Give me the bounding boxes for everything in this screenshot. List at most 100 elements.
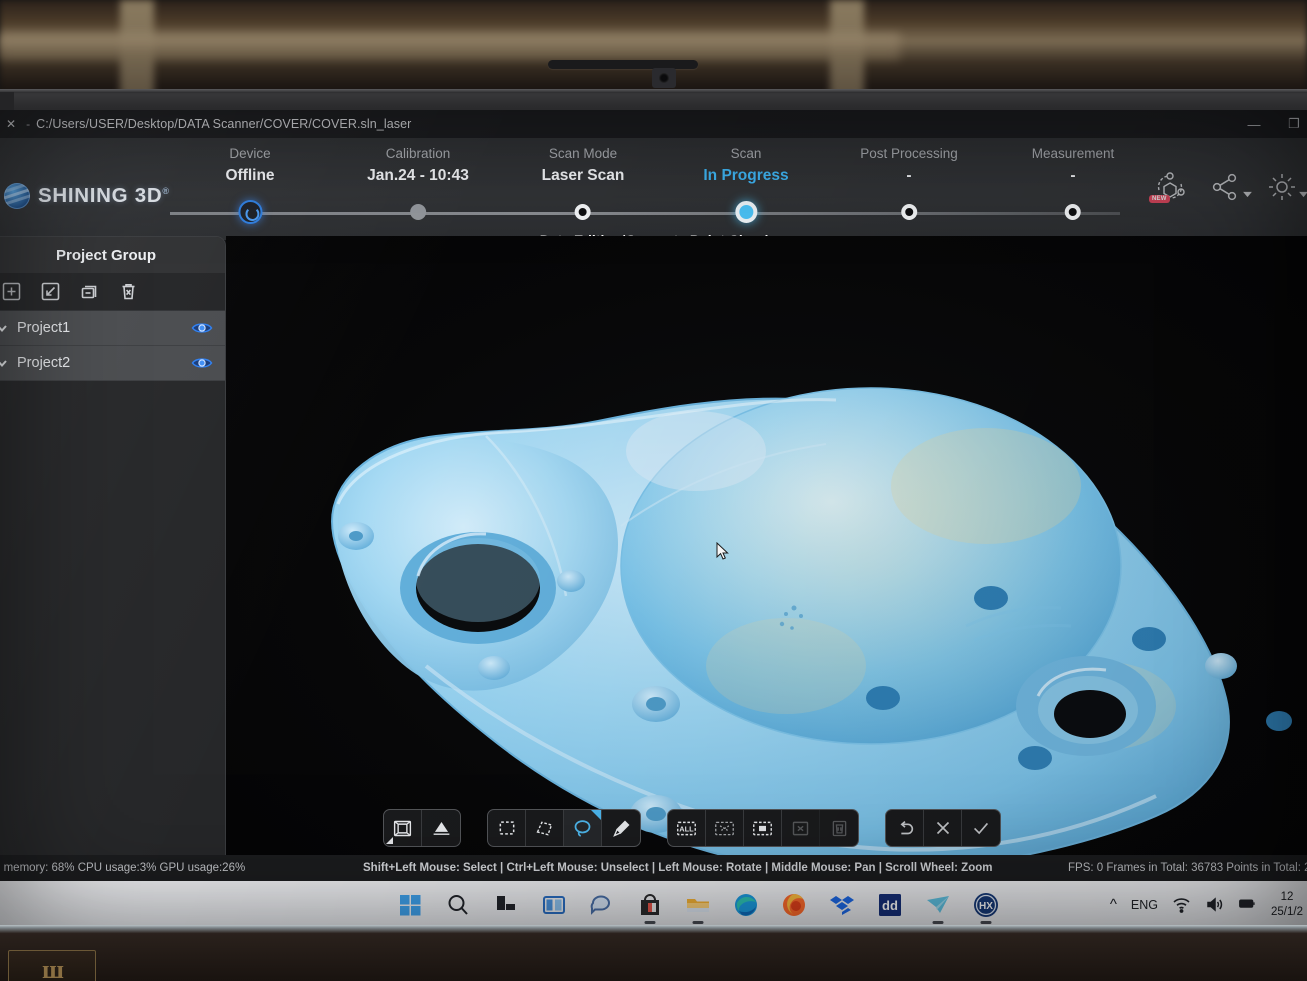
import-project-icon[interactable] xyxy=(40,281,61,302)
search-icon[interactable] xyxy=(444,891,472,919)
polygon-select-icon[interactable] xyxy=(526,810,564,846)
brush-select-icon[interactable] xyxy=(602,810,640,846)
clock[interactable]: 12 25/1/2 xyxy=(1271,890,1303,919)
microsoft-store-icon[interactable] xyxy=(636,891,664,924)
minimize-icon[interactable]: — xyxy=(1243,113,1265,135)
view-group xyxy=(383,809,461,847)
windows-start-icon[interactable] xyxy=(396,891,424,919)
volume-icon[interactable] xyxy=(1205,895,1224,914)
device-refresh-dot[interactable] xyxy=(238,200,262,224)
taskbar-apps: dd HX xyxy=(396,885,1000,925)
mouse-hints-text: Shift+Left Mouse: Select | Ctrl+Left Mou… xyxy=(363,862,993,874)
battery-icon[interactable] xyxy=(1238,895,1257,914)
rectangle-select-icon[interactable] xyxy=(488,810,526,846)
refresh-icon[interactable] xyxy=(238,200,262,224)
widgets-icon[interactable] xyxy=(540,891,568,919)
base-plane-icon[interactable] xyxy=(422,810,460,846)
step-dot[interactable] xyxy=(1064,204,1081,220)
tray-overflow-icon[interactable]: ^ xyxy=(1110,896,1117,913)
editing-toolbar: ALL xyxy=(383,809,1001,847)
cancel-icon[interactable] xyxy=(924,810,962,846)
brand-name: SHINING 3D® xyxy=(38,184,170,208)
webcam-strip xyxy=(548,60,698,69)
project-name: Project1 xyxy=(17,320,71,336)
workflow-step-scan[interactable]: Scan In Progress xyxy=(703,146,789,223)
svg-text:HX: HX xyxy=(979,901,993,912)
room-rail xyxy=(0,34,900,60)
close-icon[interactable]: ✕ xyxy=(2,117,20,131)
running-indicator xyxy=(932,921,944,924)
microsoft-edge-icon[interactable] xyxy=(732,891,760,919)
onenote-icon[interactable]: dd xyxy=(876,891,904,919)
delete-select-icon[interactable] xyxy=(820,810,858,846)
workflow-step-device[interactable]: Device Offline xyxy=(225,146,275,224)
project-tree-body xyxy=(0,381,225,928)
svg-text:dd: dd xyxy=(882,898,898,913)
delete-project-icon[interactable] xyxy=(118,281,139,302)
list-item[interactable]: Project2 xyxy=(0,346,225,381)
new-project-icon[interactable] xyxy=(1,281,22,302)
confirm-icon[interactable] xyxy=(962,810,1000,846)
chevron-down-icon[interactable] xyxy=(0,321,9,335)
step-dot-current[interactable] xyxy=(735,201,757,223)
visibility-eye-icon[interactable] xyxy=(191,356,213,370)
invert-select-icon[interactable] xyxy=(744,810,782,846)
application-screen: ✕ - C:/Users/USER/Desktop/DATA Scanner/C… xyxy=(0,110,1307,928)
hx-app-icon[interactable]: HX xyxy=(972,891,1000,924)
step-dot[interactable] xyxy=(410,204,426,220)
step-title: Measurement xyxy=(1031,146,1115,161)
project-name: Project2 xyxy=(17,355,71,371)
laptop-sticker: ш xyxy=(8,950,96,981)
global-markers-icon[interactable]: NEW xyxy=(1149,170,1187,204)
titlebar-separator: - xyxy=(26,117,31,131)
maximize-icon[interactable]: ❐ xyxy=(1283,113,1305,135)
step-value: Laser Scan xyxy=(541,167,625,184)
confirm-group xyxy=(885,809,1001,847)
running-indicator xyxy=(644,921,656,924)
chat-icon[interactable] xyxy=(588,891,616,919)
svg-text:ALL: ALL xyxy=(679,824,694,833)
step-value: - xyxy=(1070,167,1076,184)
merge-project-icon[interactable] xyxy=(79,281,100,302)
project-toolbar xyxy=(0,273,225,311)
header-icon-group: NEW xyxy=(1149,170,1307,204)
selection-tools-group xyxy=(487,809,641,847)
task-view-icon[interactable] xyxy=(492,891,520,919)
registered-mark: ® xyxy=(162,186,170,197)
visibility-eye-icon[interactable] xyxy=(191,321,213,335)
chevron-down-icon[interactable] xyxy=(0,356,9,370)
workflow-step-measurement[interactable]: Measurement - xyxy=(1031,146,1115,220)
bounding-box-icon[interactable] xyxy=(384,810,422,846)
app-header: SHINING 3D® Device Offline Calibration J… xyxy=(0,138,1307,248)
share-icon[interactable] xyxy=(1209,170,1252,204)
step-dot[interactable] xyxy=(900,204,917,220)
laptop-base xyxy=(0,925,1307,981)
step-value: - xyxy=(906,167,912,184)
language-indicator[interactable]: ENG xyxy=(1131,898,1158,912)
select-all-icon[interactable]: ALL xyxy=(668,810,706,846)
step-title: Post Processing xyxy=(860,146,958,161)
workflow-step-scan-mode[interactable]: Scan Mode Laser Scan xyxy=(541,146,625,220)
workflow-steps: Device Offline Calibration Jan.24 - 10:4… xyxy=(170,138,1120,240)
file-explorer-icon[interactable] xyxy=(684,891,712,924)
lasso-select-icon[interactable] xyxy=(564,810,602,846)
dropbox-icon[interactable] xyxy=(828,891,856,919)
workflow-step-calibration[interactable]: Calibration Jan.24 - 10:43 xyxy=(367,146,469,220)
unselect-all-icon[interactable] xyxy=(706,810,744,846)
settings-gear-icon[interactable] xyxy=(1265,170,1307,204)
firefox-icon[interactable] xyxy=(780,891,808,919)
telegram-icon[interactable] xyxy=(924,891,952,924)
scan-stats-text: FPS: 0 Frames in Total: 36783 Points in … xyxy=(1068,862,1307,874)
clock-date: 25/1/2 xyxy=(1271,905,1303,918)
workflow-step-post-processing[interactable]: Post Processing - xyxy=(860,146,958,220)
undo-icon[interactable] xyxy=(886,810,924,846)
step-dot[interactable] xyxy=(575,204,591,220)
system-tray: ^ ENG 12 25/1/2 xyxy=(1110,881,1303,928)
mouse-cursor xyxy=(716,542,729,560)
title-bar: ✕ - C:/Users/USER/Desktop/DATA Scanner/C… xyxy=(0,110,1307,138)
list-item[interactable]: Project1 xyxy=(0,311,225,346)
wifi-icon[interactable] xyxy=(1172,895,1191,914)
step-value: In Progress xyxy=(703,167,789,184)
clear-select-icon[interactable] xyxy=(782,810,820,846)
step-value: Jan.24 - 10:43 xyxy=(367,167,469,184)
